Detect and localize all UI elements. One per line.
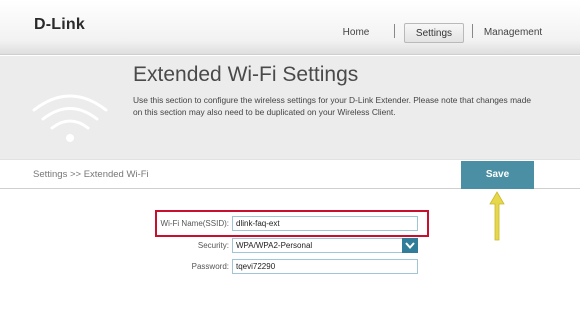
nav-settings[interactable]: Settings (404, 23, 464, 43)
save-button[interactable]: Save (461, 161, 534, 189)
breadcrumb: Settings >> Extended Wi-Fi (33, 169, 149, 180)
chevron-down-icon (405, 242, 415, 250)
nav-divider (394, 24, 395, 38)
password-row: Password: (0, 259, 580, 275)
top-bar: D-Link Home Settings Management (0, 0, 580, 55)
password-field[interactable] (232, 259, 418, 274)
header-banner: Extended Wi-Fi Settings Use this section… (0, 56, 580, 160)
nav-divider (472, 24, 473, 38)
security-label: Security: (197, 241, 229, 250)
security-row: Security: WPA/WPA2-Personal (0, 238, 580, 254)
page-description: Use this section to configure the wirele… (133, 95, 532, 117)
wifi-icon (32, 94, 108, 142)
security-selected-value: WPA/WPA2-Personal (236, 241, 313, 250)
d-link-logo: D-Link (34, 16, 85, 33)
page-title: Extended Wi-Fi Settings (133, 63, 359, 86)
ssid-field[interactable] (232, 216, 418, 231)
security-dropdown-button[interactable] (402, 238, 418, 253)
security-select[interactable]: WPA/WPA2-Personal (232, 238, 418, 253)
nav-home[interactable]: Home (332, 23, 380, 43)
ssid-label: Wi-Fi Name(SSID): (160, 219, 229, 228)
nav-management[interactable]: Management (482, 23, 544, 43)
password-label: Password: (191, 262, 229, 271)
ssid-row: Wi-Fi Name(SSID): (0, 216, 580, 232)
